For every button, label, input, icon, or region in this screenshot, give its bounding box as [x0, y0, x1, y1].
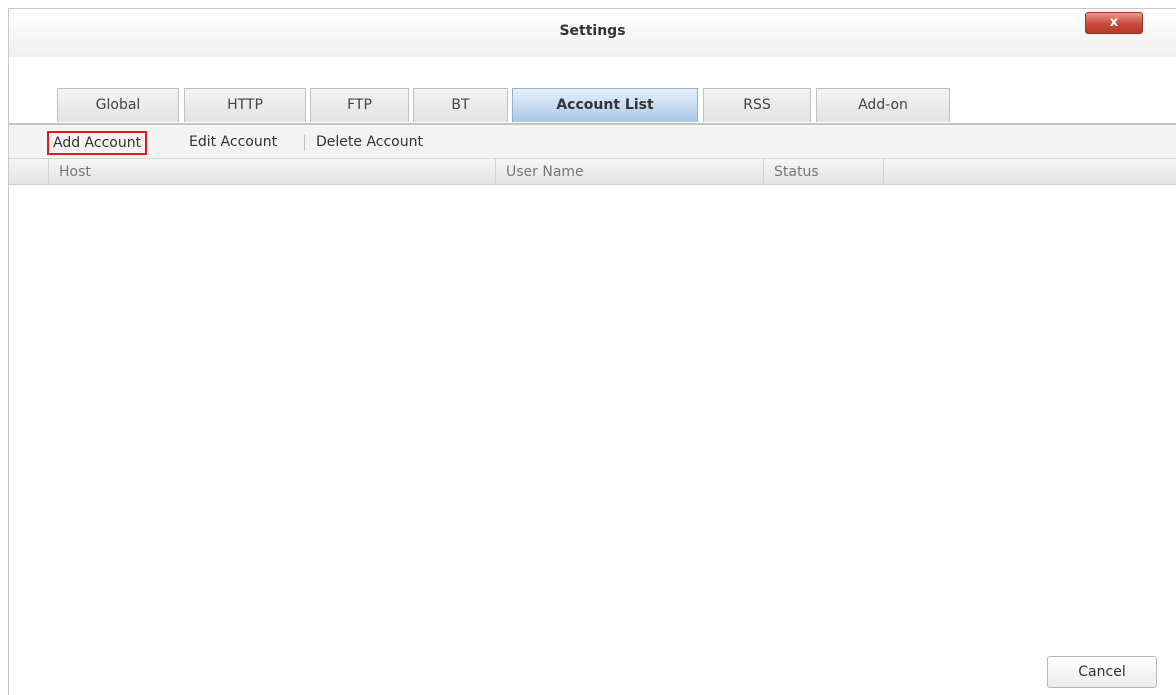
cancel-button[interactable]: Cancel — [1047, 656, 1157, 688]
toolbar-separator — [304, 135, 305, 151]
delete-account-button[interactable]: Delete Account — [312, 131, 427, 155]
dialog-title: Settings — [559, 23, 626, 39]
close-button[interactable]: x — [1085, 12, 1143, 34]
column-user-name[interactable]: User Name — [496, 159, 764, 184]
tab-bt[interactable]: BT — [413, 88, 508, 122]
tab-add-on[interactable]: Add-on — [816, 88, 950, 122]
title-bar: Settings x — [9, 9, 1176, 58]
tab-account-list[interactable]: Account List — [512, 88, 698, 122]
add-account-button[interactable]: Add Account — [47, 131, 148, 155]
edit-account-button[interactable]: Edit Account — [185, 131, 281, 155]
tab-rss[interactable]: RSS — [703, 88, 811, 122]
account-toolbar: Add Account Edit Account Delete Account — [9, 123, 1176, 159]
tab-http[interactable]: HTTP — [184, 88, 306, 122]
account-grid-body — [9, 185, 1176, 695]
tab-bar: Global HTTP FTP BT Account List RSS Add-… — [9, 57, 1176, 123]
column-status[interactable]: Status — [764, 159, 884, 184]
tab-ftp[interactable]: FTP — [310, 88, 409, 122]
row-selector-column — [9, 159, 49, 184]
column-host[interactable]: Host — [49, 159, 496, 184]
tab-global[interactable]: Global — [57, 88, 179, 122]
account-grid-header: Host User Name Status — [9, 159, 1176, 185]
settings-dialog: Settings x Global HTTP FTP BT Account Li… — [8, 8, 1176, 695]
